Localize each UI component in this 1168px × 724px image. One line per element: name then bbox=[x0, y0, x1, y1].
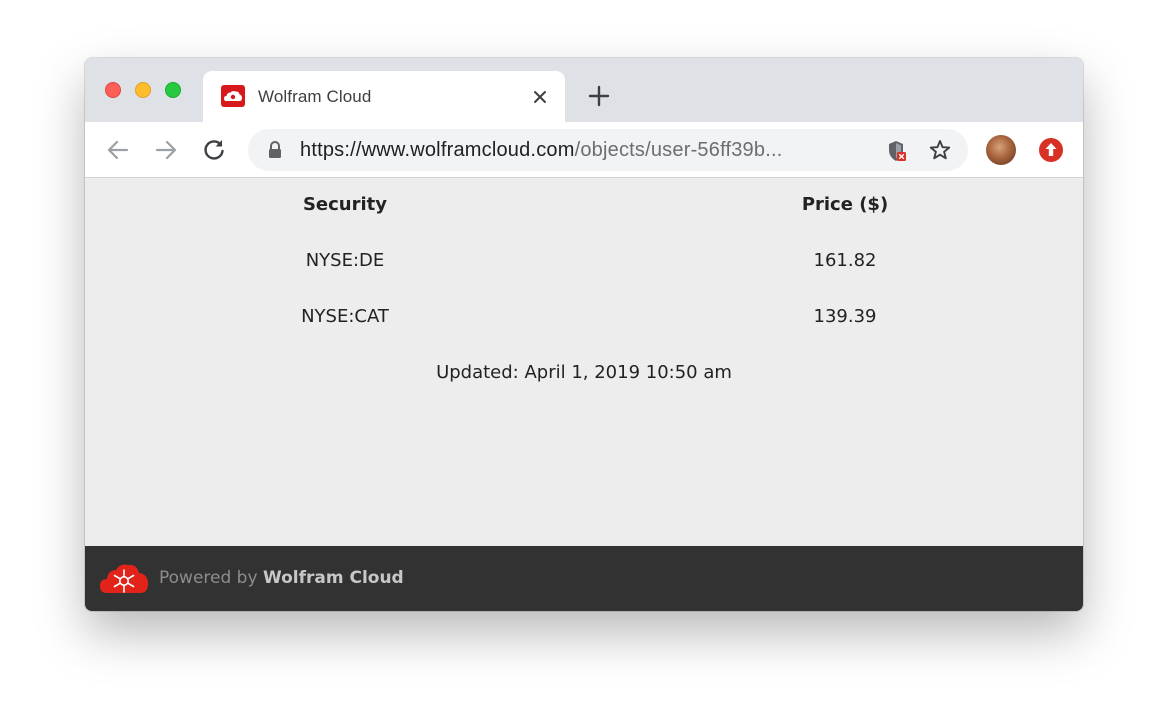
url-path: /objects/user-56ff39b... bbox=[574, 139, 783, 161]
zoom-window-button[interactable] bbox=[165, 82, 181, 98]
price-cell: 161.82 bbox=[813, 250, 877, 271]
close-tab-icon[interactable] bbox=[529, 86, 551, 108]
powered-by-text[interactable]: Powered by Wolfram Cloud bbox=[159, 568, 404, 588]
reload-icon[interactable] bbox=[201, 137, 227, 163]
brand-name: Wolfram Cloud bbox=[262, 568, 404, 588]
forward-arrow-icon[interactable] bbox=[153, 137, 179, 163]
security-cell: NYSE:CAT bbox=[301, 306, 389, 327]
profile-avatar[interactable] bbox=[986, 135, 1016, 165]
url-host: https://www.wolframcloud.com bbox=[300, 139, 575, 161]
browser-toolbar: https://www.wolframcloud.com/objects/use… bbox=[85, 122, 1083, 178]
footer-bar: Powered by Wolfram Cloud bbox=[85, 546, 1083, 611]
tab-wolfram-cloud[interactable]: Wolfram Cloud bbox=[203, 71, 565, 122]
column-header-price: Price ($) bbox=[801, 194, 889, 215]
page-content: Security Price ($) NYSE:DE 161.82 NYSE:C… bbox=[85, 178, 1083, 546]
wolfram-cloud-icon bbox=[221, 85, 245, 107]
url-text: https://www.wolframcloud.com/objects/use… bbox=[300, 139, 782, 162]
back-arrow-icon[interactable] bbox=[105, 137, 131, 163]
wolfram-cloud-logo-icon[interactable] bbox=[99, 561, 149, 597]
minimize-window-button[interactable] bbox=[135, 82, 151, 98]
column-header-security: Security bbox=[302, 194, 388, 215]
browser-window: Wolfram Cloud https://www.wolframcloud.c… bbox=[85, 58, 1083, 611]
close-window-button[interactable] bbox=[105, 82, 121, 98]
powered-by-label: Powered by bbox=[159, 568, 263, 588]
updated-timestamp: Updated: April 1, 2019 10:50 am bbox=[436, 362, 732, 383]
security-cell: NYSE:DE bbox=[305, 250, 385, 271]
tab-title: Wolfram Cloud bbox=[258, 87, 372, 106]
price-cell: 139.39 bbox=[813, 306, 877, 327]
extension-upload-icon[interactable] bbox=[1038, 137, 1064, 163]
shield-blocked-icon[interactable] bbox=[884, 139, 908, 163]
new-tab-icon[interactable] bbox=[587, 84, 611, 108]
bookmark-star-icon[interactable] bbox=[928, 138, 952, 162]
lock-icon[interactable] bbox=[266, 140, 284, 160]
tab-strip: Wolfram Cloud bbox=[85, 58, 1083, 122]
address-bar[interactable]: https://www.wolframcloud.com/objects/use… bbox=[248, 129, 968, 171]
